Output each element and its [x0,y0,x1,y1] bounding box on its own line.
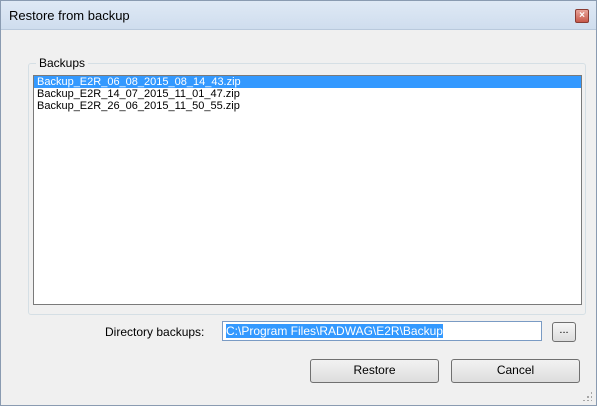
directory-label: Directory backups: [105,325,205,339]
list-item[interactable]: Backup_E2R_26_06_2015_11_50_55.zip [34,100,581,112]
backups-list[interactable]: Backup_E2R_06_08_2015_08_14_43.zip Backu… [33,75,582,305]
cancel-button[interactable]: Cancel [451,359,580,383]
list-item[interactable]: Backup_E2R_14_07_2015_11_01_47.zip [34,88,581,100]
browse-button[interactable]: ... [552,322,576,342]
restore-button[interactable]: Restore [310,359,439,383]
directory-input[interactable]: C:\Program Files\RADWAG\E2R\Backup [222,321,542,341]
title-bar[interactable]: Restore from backup × [1,1,596,30]
close-icon[interactable]: × [575,9,589,23]
resize-grip-icon[interactable] [582,391,592,401]
window-title: Restore from backup [9,8,130,23]
restore-dialog: Restore from backup × Backups Backup_E2R… [0,0,597,406]
directory-value: C:\Program Files\RADWAG\E2R\Backup [226,324,443,338]
list-item[interactable]: Backup_E2R_06_08_2015_08_14_43.zip [34,76,581,88]
backups-group-label: Backups [36,56,89,70]
